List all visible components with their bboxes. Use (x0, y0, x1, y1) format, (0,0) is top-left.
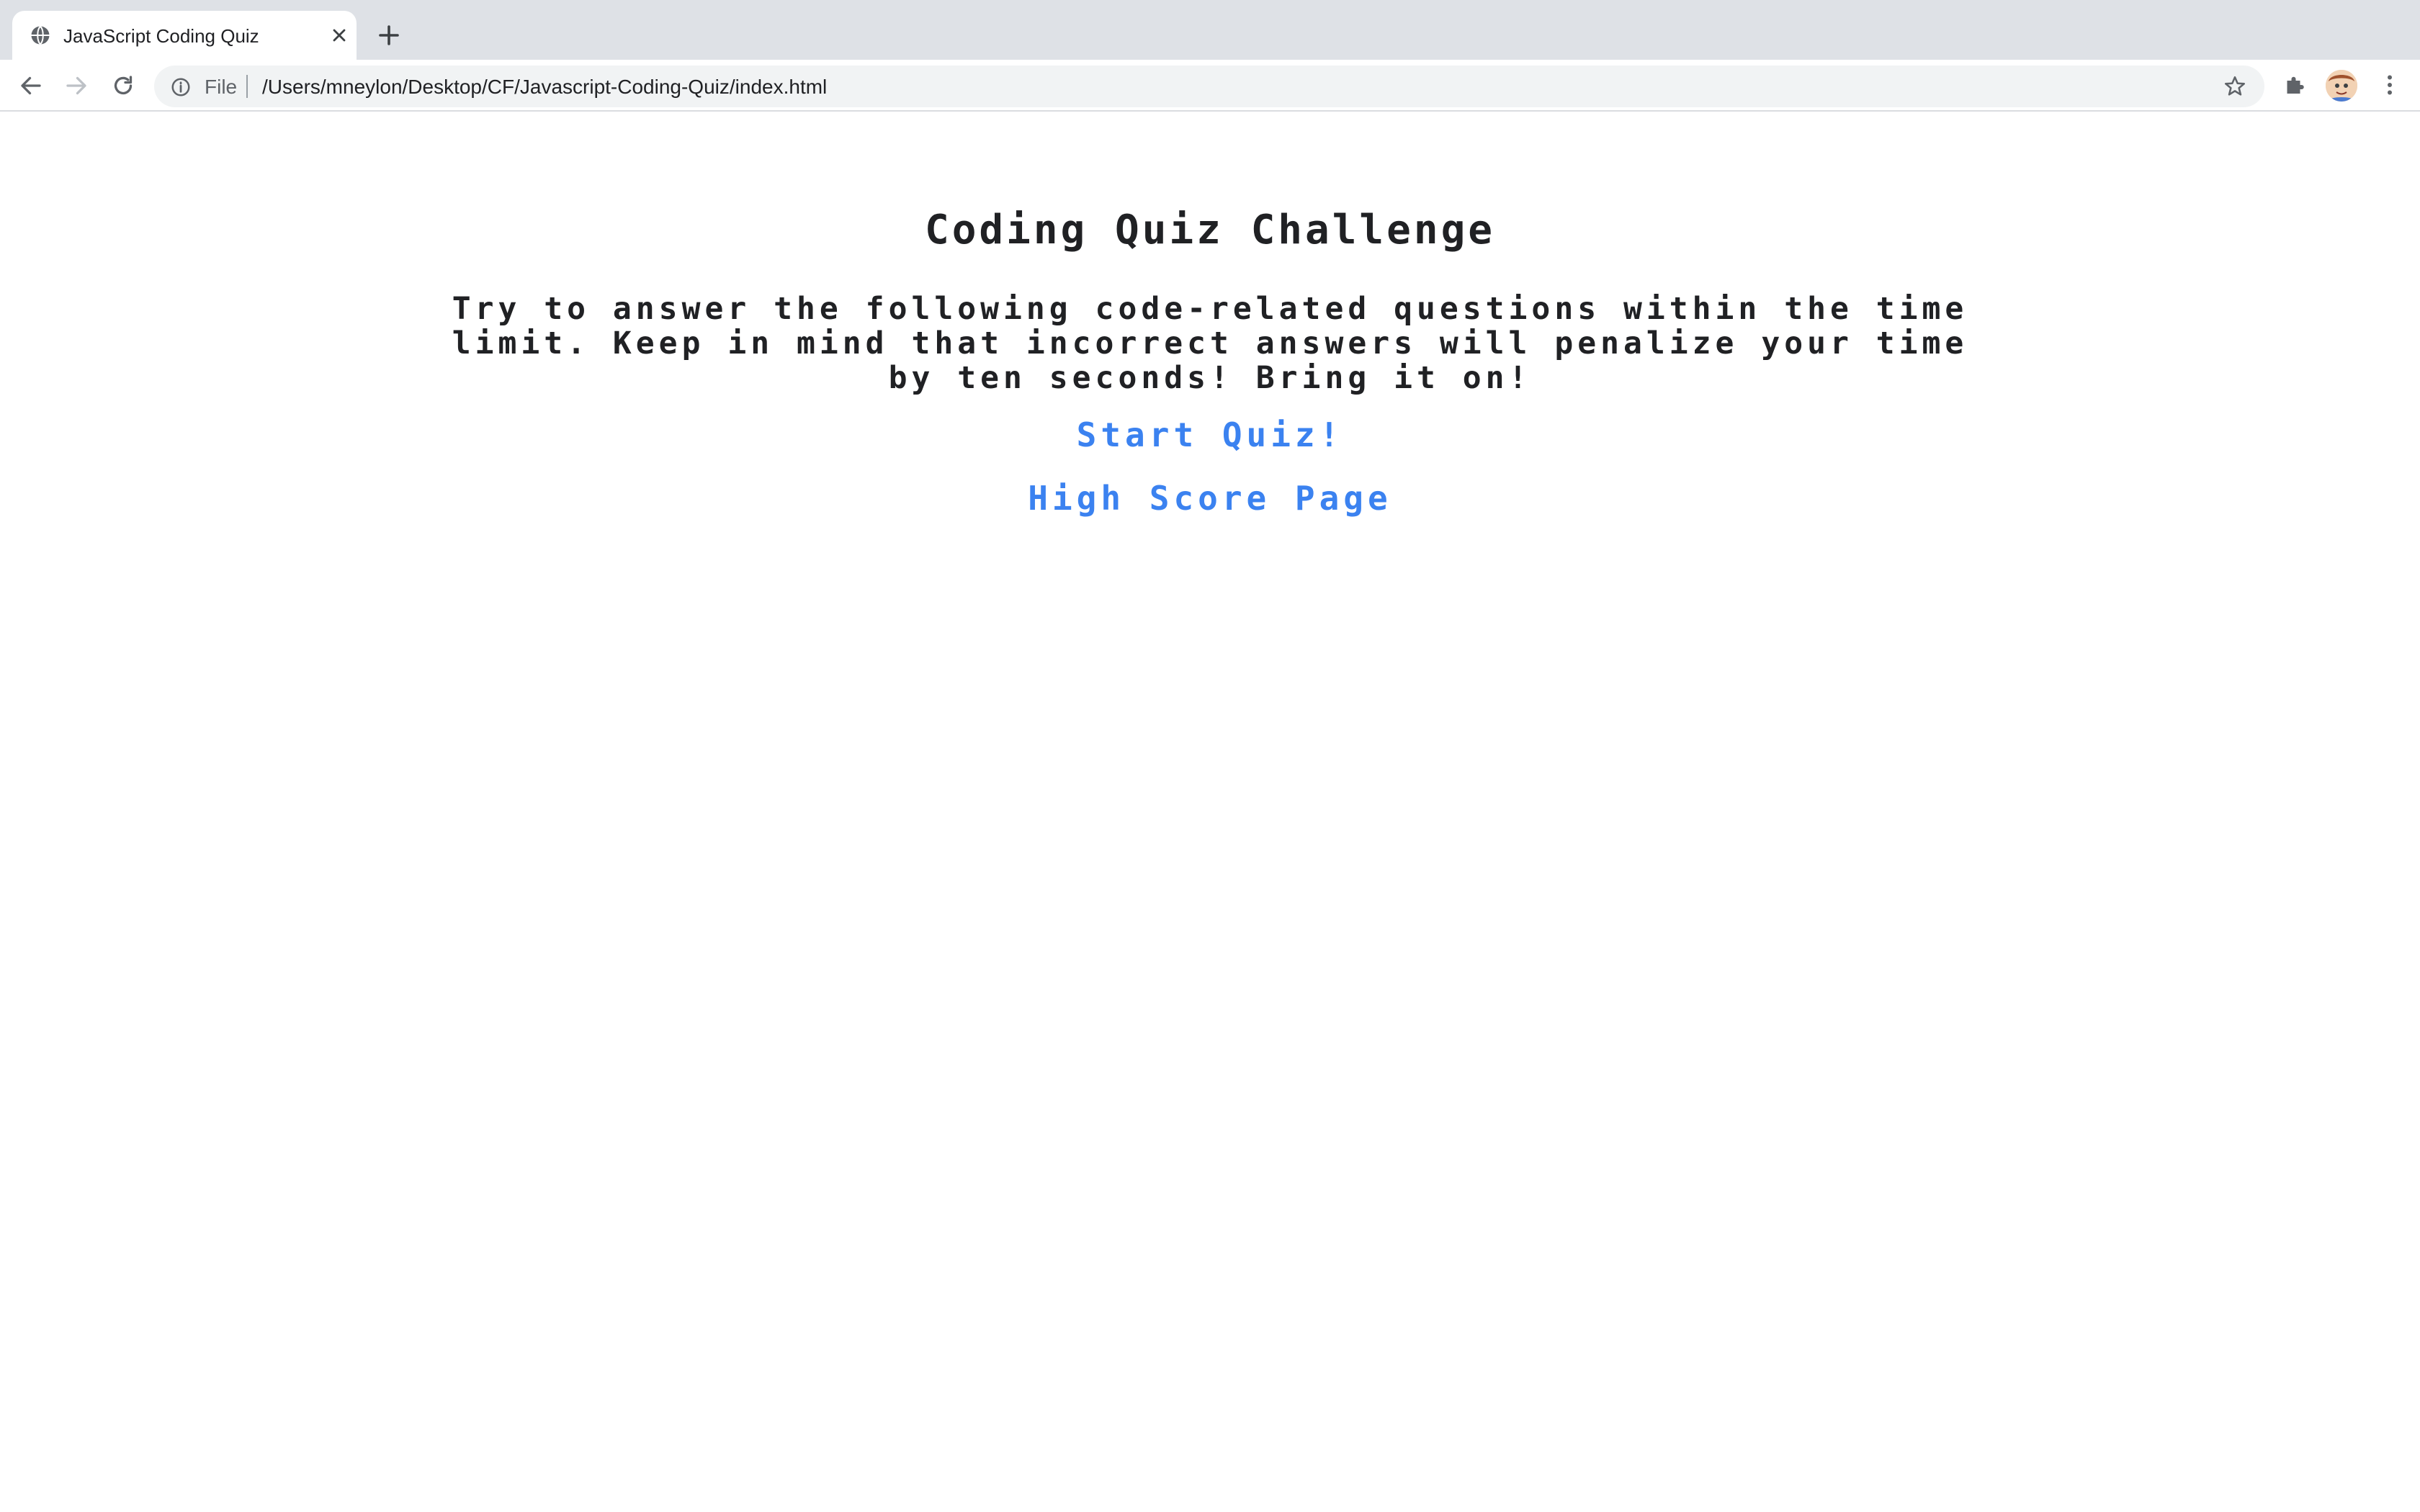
puzzle-icon[interactable] (2282, 72, 2308, 98)
avatar[interactable] (2326, 70, 2357, 102)
address-divider (246, 75, 248, 98)
star-icon[interactable] (2223, 74, 2247, 99)
high-score-link[interactable]: High Score Page (0, 479, 2420, 518)
tab-title: JavaScript Coding Quiz (63, 25, 259, 47)
page-title: Coding Quiz Challenge (924, 207, 1495, 253)
page-content: Coding Quiz Challenge Try to answer the … (0, 113, 2420, 1512)
arrow-back-icon[interactable] (18, 73, 44, 99)
tab-strip: JavaScript Coding Quiz (0, 0, 2420, 60)
globe-icon (31, 25, 50, 45)
more-vert-icon[interactable] (2377, 72, 2403, 98)
browser-toolbar: File /Users/mneylon/Desktop/CF/Javascrip… (0, 60, 2420, 112)
plus-icon[interactable] (376, 22, 402, 48)
active-tab[interactable]: JavaScript Coding Quiz (12, 11, 357, 60)
reload-icon[interactable] (110, 73, 136, 99)
url-text[interactable]: /Users/mneylon/Desktop/CF/Javascript-Cod… (262, 76, 827, 99)
close-icon[interactable] (329, 25, 349, 45)
address-bar[interactable]: File /Users/mneylon/Desktop/CF/Javascrip… (154, 66, 2264, 107)
intro-text: Try to answer the following code-related… (452, 291, 1968, 396)
avatar-image (2326, 70, 2357, 102)
arrow-forward-icon[interactable] (63, 73, 89, 99)
scheme-label: File (205, 76, 238, 98)
start-quiz-link[interactable]: Start Quiz! (0, 415, 2420, 454)
info-icon[interactable] (170, 76, 192, 98)
